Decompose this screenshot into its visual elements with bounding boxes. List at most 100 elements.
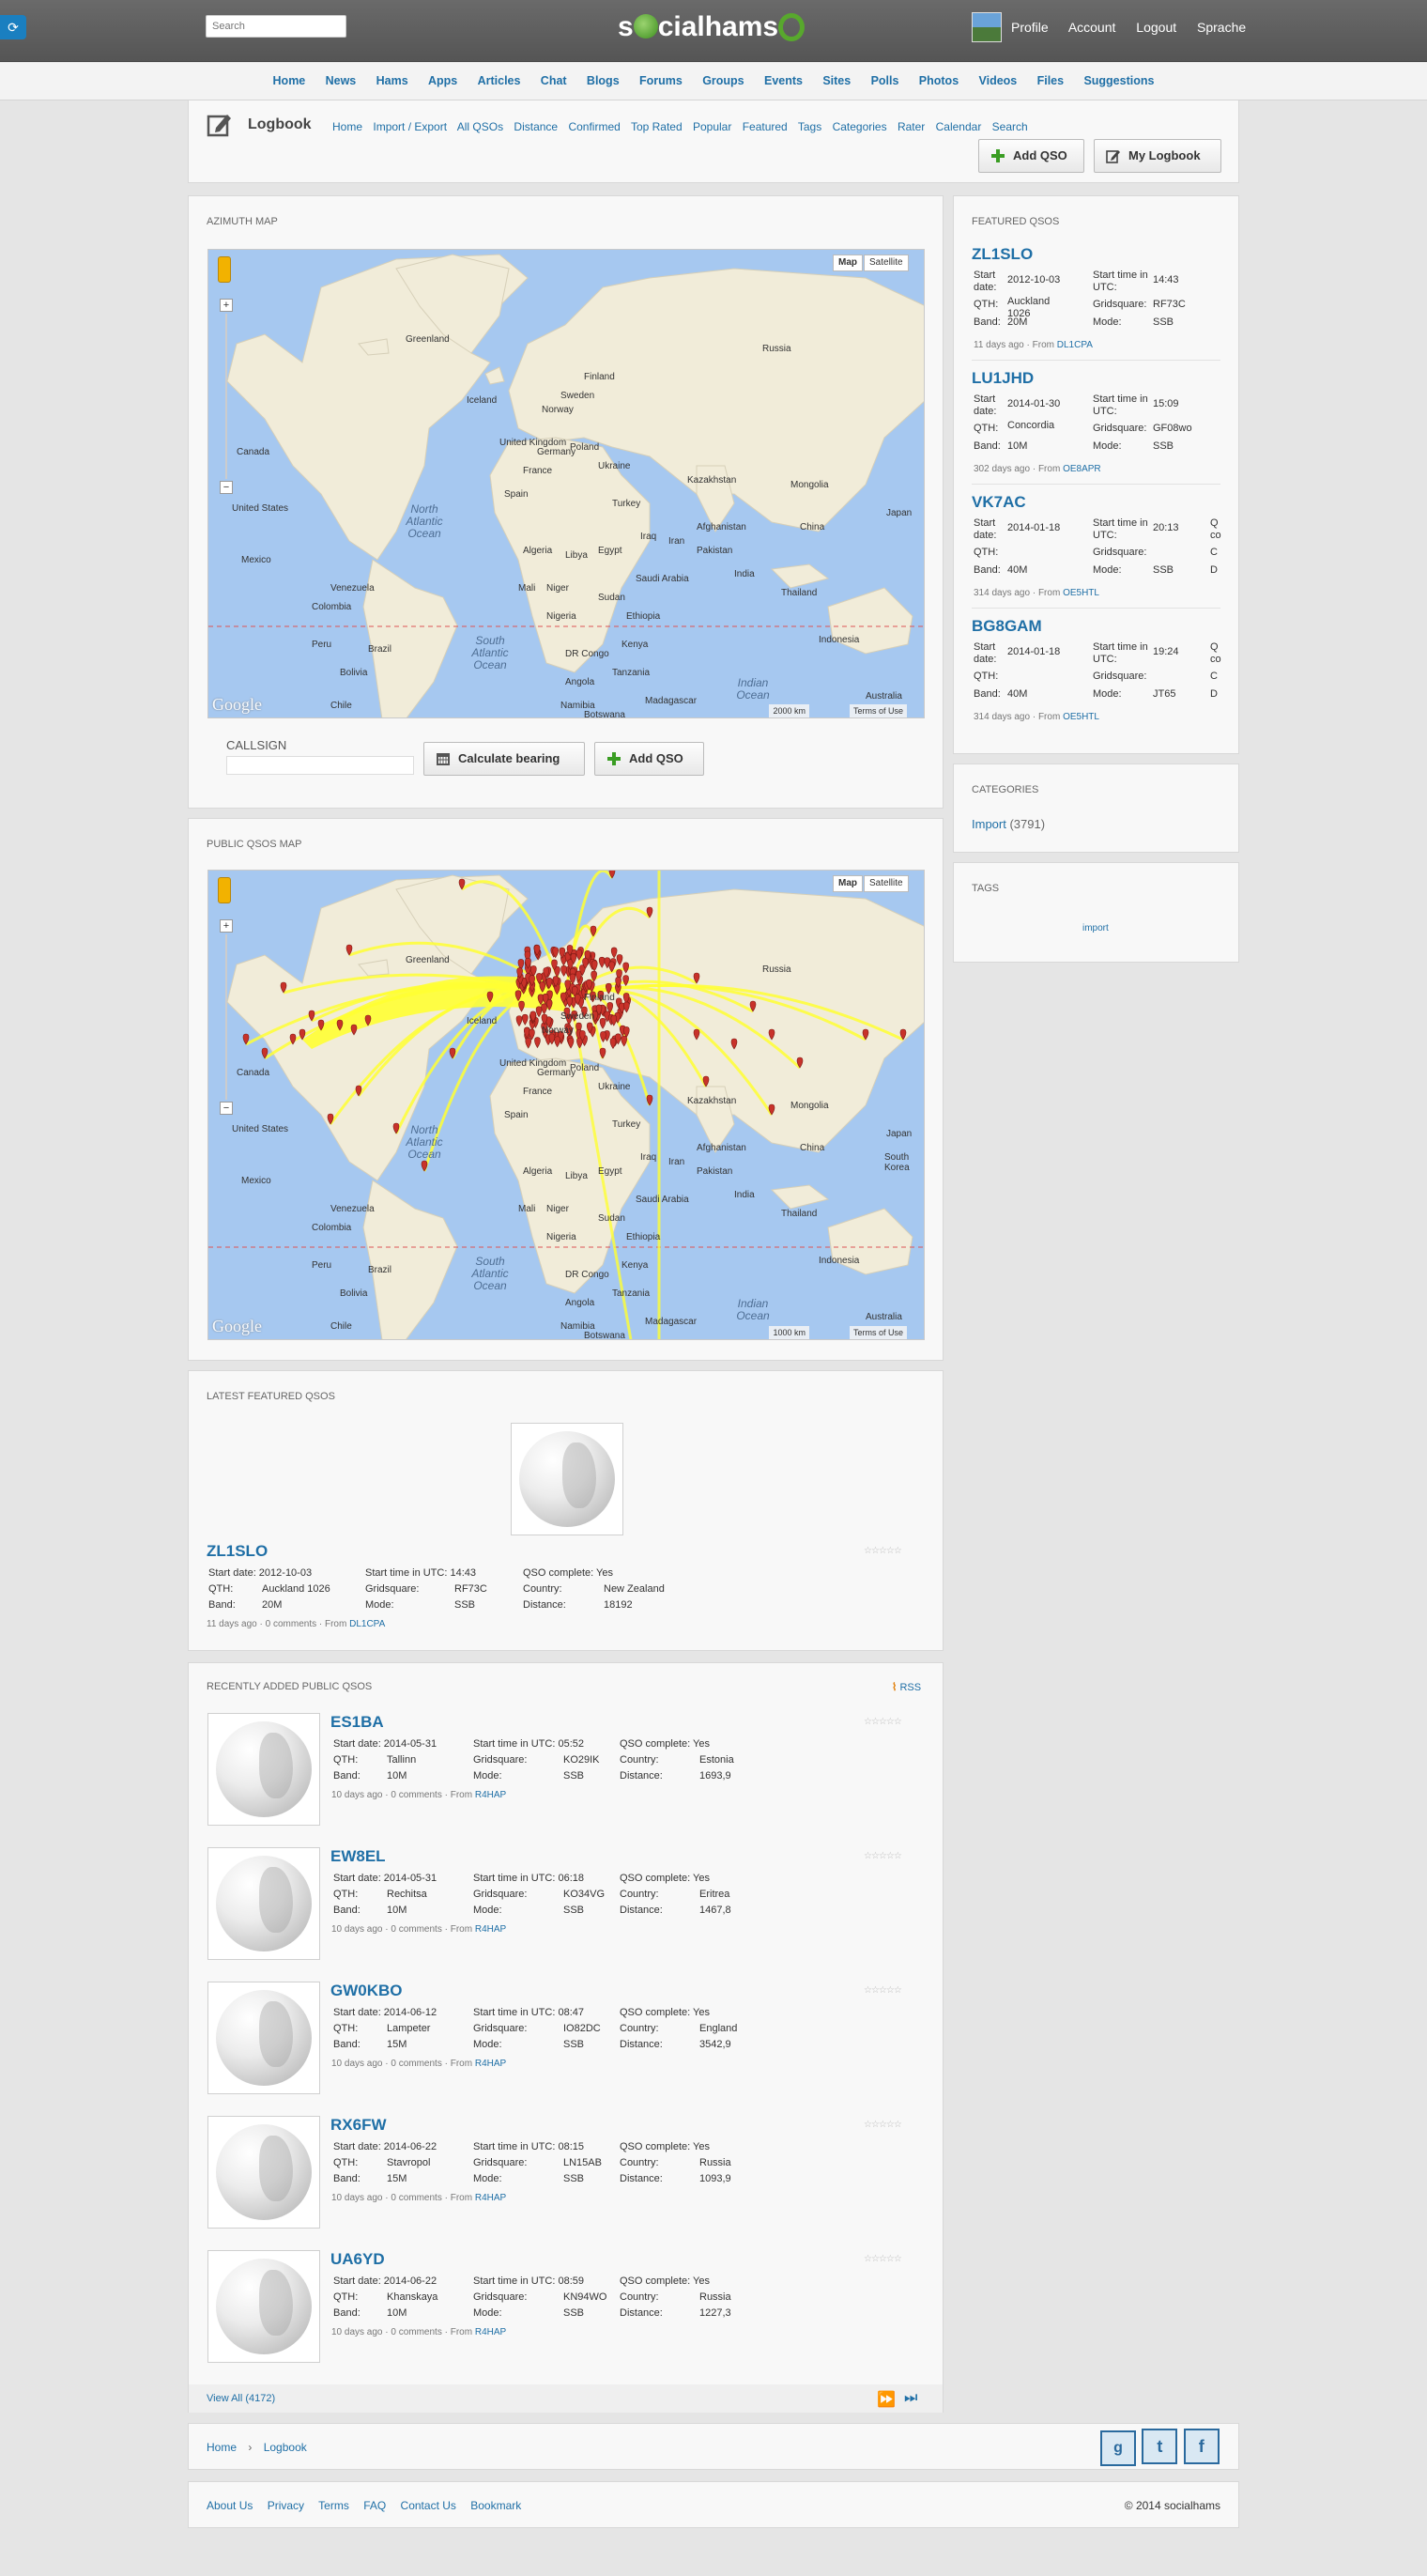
footer-terms[interactable]: Terms xyxy=(318,2499,349,2512)
qso-callsign[interactable]: RX6FW xyxy=(330,2116,387,2135)
subnav-rater[interactable]: Rater xyxy=(898,120,925,133)
map-type-satellite-button[interactable]: Satellite xyxy=(864,255,909,271)
footer-about[interactable]: About Us xyxy=(207,2499,253,2512)
featured-qso-callsign[interactable]: BG8GAM xyxy=(972,617,1042,636)
rating-stars[interactable]: ☆☆☆☆☆ xyxy=(864,1851,902,1861)
facebook-icon[interactable]: f xyxy=(1183,2429,1220,2464)
featured-qso-callsign[interactable]: ZL1SLO xyxy=(972,245,1033,264)
subnav-confirmed[interactable]: Confirmed xyxy=(568,120,620,133)
qso-thumbnail[interactable] xyxy=(207,2116,320,2229)
site-logo[interactable]: s cialhams xyxy=(618,11,806,49)
from-user-link[interactable]: R4HAP xyxy=(475,2059,506,2069)
subnav-home[interactable]: Home xyxy=(332,120,362,133)
qso-thumbnail[interactable] xyxy=(207,1713,320,1826)
breadcrumb-logbook[interactable]: Logbook xyxy=(264,2441,307,2454)
public-qsos-map[interactable]: Greenland Iceland Finland Sweden Norway Russi… xyxy=(207,870,925,1340)
featured-qso-callsign[interactable]: LU1JHD xyxy=(972,369,1034,388)
language-link[interactable]: Sprache xyxy=(1197,20,1246,35)
subnav-featured[interactable]: Featured xyxy=(743,120,788,133)
map-type-map-button[interactable]: Map xyxy=(833,255,863,271)
footer-bookmark[interactable]: Bookmark xyxy=(470,2499,521,2512)
nav-videos[interactable]: Videos xyxy=(978,74,1017,87)
rating-stars[interactable]: ☆☆☆☆☆ xyxy=(864,1546,902,1556)
rating-stars[interactable]: ☆☆☆☆☆ xyxy=(864,2254,902,2264)
from-user-link[interactable]: OE5HTL xyxy=(1063,712,1099,722)
next-page-icon[interactable]: ⏩ xyxy=(877,2390,896,2409)
subnav-tags[interactable]: Tags xyxy=(798,120,821,133)
profile-link[interactable]: Profile xyxy=(1011,20,1049,35)
from-user-link[interactable]: R4HAP xyxy=(475,1790,506,1800)
subnav-search[interactable]: Search xyxy=(992,120,1028,133)
account-link[interactable]: Account xyxy=(1068,20,1116,35)
add-qso-button[interactable]: Add QSO xyxy=(978,139,1084,173)
street-view-pegman-icon[interactable] xyxy=(218,877,231,903)
nav-blogs[interactable]: Blogs xyxy=(587,74,620,87)
qso-callsign[interactable]: GW0KBO xyxy=(330,1982,403,2000)
subnav-import-export[interactable]: Import / Export xyxy=(373,120,447,133)
nav-forums[interactable]: Forums xyxy=(639,74,683,87)
subnav-top-rated[interactable]: Top Rated xyxy=(631,120,683,133)
breadcrumb-home[interactable]: Home xyxy=(207,2441,237,2454)
azimuth-add-qso-button[interactable]: Add QSO xyxy=(594,742,704,776)
nav-files[interactable]: Files xyxy=(1037,74,1065,87)
featured-qso-thumbnail[interactable] xyxy=(511,1423,623,1535)
rating-stars[interactable]: ☆☆☆☆☆ xyxy=(864,2120,902,2130)
nav-photos[interactable]: Photos xyxy=(919,74,959,87)
rating-stars[interactable]: ☆☆☆☆☆ xyxy=(864,1985,902,1996)
nav-apps[interactable]: Apps xyxy=(428,74,457,87)
avatar[interactable] xyxy=(972,12,1002,42)
panel-toggle-icon[interactable]: ⟳ xyxy=(0,15,26,39)
featured-qso-callsign[interactable]: ZL1SLO xyxy=(207,1542,268,1561)
nav-sites[interactable]: Sites xyxy=(822,74,851,87)
subnav-calendar[interactable]: Calendar xyxy=(936,120,982,133)
last-page-icon[interactable]: ⏭ xyxy=(904,2390,917,2407)
search-input[interactable] xyxy=(206,15,346,38)
subnav-all-qsos[interactable]: All QSOs xyxy=(457,120,503,133)
nav-polls[interactable]: Polls xyxy=(871,74,899,87)
nav-events[interactable]: Events xyxy=(764,74,803,87)
nav-home[interactable]: Home xyxy=(273,74,306,87)
qso-thumbnail[interactable] xyxy=(207,1982,320,2094)
from-user-link[interactable]: OE8APR xyxy=(1063,464,1101,474)
google-plus-icon[interactable]: g xyxy=(1100,2430,1136,2466)
nav-articles[interactable]: Articles xyxy=(478,74,521,87)
nav-suggestions[interactable]: Suggestions xyxy=(1083,74,1154,87)
zoom-slider[interactable] xyxy=(225,934,227,1100)
view-all-link[interactable]: View All (4172) xyxy=(207,2393,275,2404)
zoom-out-button[interactable]: − xyxy=(220,481,233,494)
subnav-popular[interactable]: Popular xyxy=(693,120,731,133)
tag-import-link[interactable]: import xyxy=(1082,923,1109,933)
qso-pin[interactable] xyxy=(646,1094,653,1106)
nav-news[interactable]: News xyxy=(326,74,357,87)
from-user-link[interactable]: DL1CPA xyxy=(349,1619,385,1629)
nav-chat[interactable]: Chat xyxy=(541,74,567,87)
footer-privacy[interactable]: Privacy xyxy=(268,2499,304,2512)
callsign-input[interactable] xyxy=(226,756,414,775)
azimuth-map[interactable]: Greenland Iceland Finland Sweden Norway Russi… xyxy=(207,249,925,718)
from-user-link[interactable]: R4HAP xyxy=(475,2193,506,2203)
nav-groups[interactable]: Groups xyxy=(702,74,744,87)
terms-of-use-link[interactable]: Terms of Use xyxy=(849,1326,907,1339)
from-user-link[interactable]: R4HAP xyxy=(475,2327,506,2337)
from-user-link[interactable]: R4HAP xyxy=(475,1924,506,1935)
rating-stars[interactable]: ☆☆☆☆☆ xyxy=(864,1717,902,1727)
rss-link[interactable]: ⌇ RSS xyxy=(892,1681,921,1693)
qso-callsign[interactable]: ES1BA xyxy=(330,1713,384,1732)
qso-callsign[interactable]: UA6YD xyxy=(330,2250,385,2269)
nav-hams[interactable]: Hams xyxy=(376,74,408,87)
logout-link[interactable]: Logout xyxy=(1136,20,1176,35)
category-import-link[interactable]: Import xyxy=(972,817,1006,831)
map-type-map-button[interactable]: Map xyxy=(833,875,863,892)
footer-faq[interactable]: FAQ xyxy=(363,2499,386,2512)
zoom-out-button[interactable]: − xyxy=(220,1102,233,1115)
map-type-satellite-button[interactable]: Satellite xyxy=(864,875,909,892)
my-logbook-button[interactable]: My Logbook xyxy=(1094,139,1221,173)
qso-thumbnail[interactable] xyxy=(207,1847,320,1960)
calculate-bearing-button[interactable]: Calculate bearing xyxy=(423,742,585,776)
zoom-in-button[interactable]: + xyxy=(220,299,233,312)
featured-qso-callsign[interactable]: VK7AC xyxy=(972,493,1026,512)
from-user-link[interactable]: OE5HTL xyxy=(1063,588,1099,598)
subnav-distance[interactable]: Distance xyxy=(514,120,558,133)
twitter-icon[interactable]: t xyxy=(1142,2429,1178,2464)
street-view-pegman-icon[interactable] xyxy=(218,256,231,283)
